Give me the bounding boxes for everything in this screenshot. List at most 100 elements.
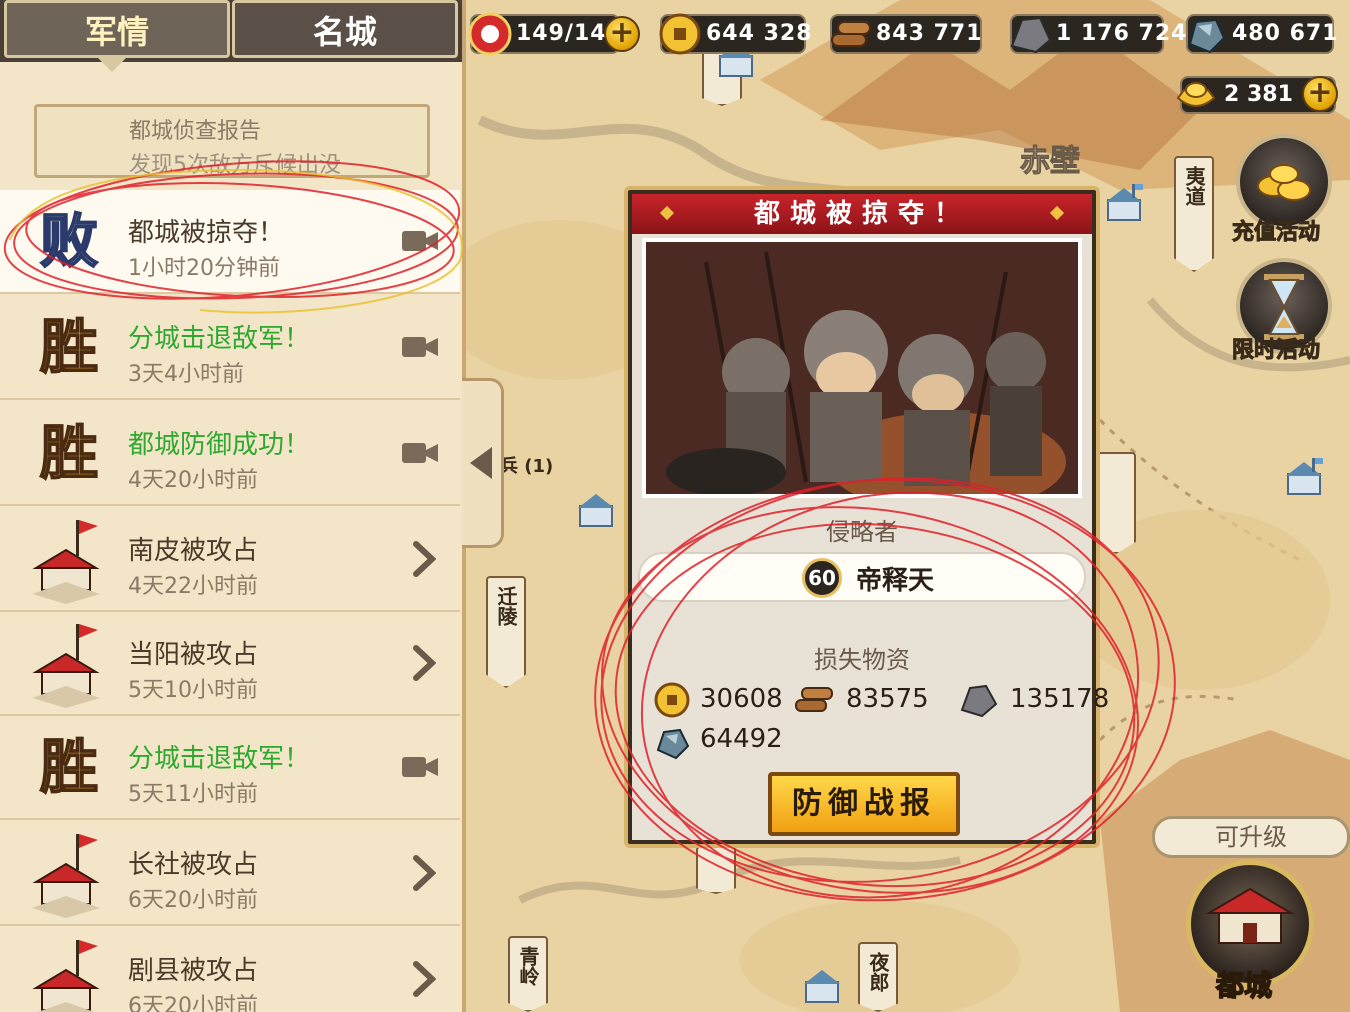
defense-report-button[interactable]: 防御战报: [768, 772, 960, 836]
map-region-label: 赤壁: [1020, 144, 1081, 180]
upgrade-hint: 可升级: [1152, 816, 1350, 858]
report-item[interactable]: 胜 分城击退敌军！ 5天11小时前: [0, 716, 460, 820]
tab-pointer: [98, 58, 126, 72]
add-troops-button[interactable]: +: [604, 16, 640, 52]
captured-city-icon: [32, 520, 100, 604]
map-city-banner[interactable]: 夷道: [1174, 156, 1214, 272]
map-city-banner[interactable]: [1096, 452, 1136, 554]
defeat-badge: 败: [39, 206, 99, 276]
report-title: 长社被攻占: [128, 850, 259, 880]
stone-icon: [960, 684, 998, 718]
battle-illustration: [642, 238, 1082, 498]
gold-ingots-icon: [1257, 164, 1311, 201]
victory-badge: 胜: [39, 312, 99, 382]
report-item[interactable]: 南皮被攻占 4天22小时前: [0, 508, 460, 612]
tab-military-intel[interactable]: 军情: [4, 0, 230, 58]
copper-counter: 644 328: [659, 13, 812, 55]
collapse-panel-handle[interactable]: [462, 378, 504, 548]
loss-copper: 30608: [700, 684, 783, 714]
report-title: 南皮被攻占: [128, 536, 259, 566]
report-title: 分城击退敌军！: [128, 744, 311, 774]
camera-icon[interactable]: [402, 440, 438, 466]
capital-label: 都城: [1215, 968, 1273, 1003]
camera-icon[interactable]: [402, 754, 438, 780]
wood-logs-icon: [831, 21, 871, 47]
loss-iron: 64492: [700, 724, 783, 754]
report-time: 5天11小时前: [128, 782, 258, 807]
limited-event-label: 限时活动: [1231, 338, 1321, 364]
tab-famous-cities[interactable]: 名城: [232, 0, 458, 58]
popup-header: 都城被掠夺！: [632, 194, 1092, 234]
stone-icon: [1010, 16, 1052, 54]
report-time: 5天10小时前: [128, 678, 258, 703]
report-item[interactable]: 剧县被攻占 6天20小时前: [0, 928, 460, 1012]
captured-city-icon: [32, 834, 100, 918]
loss-stone: 135178: [1010, 684, 1110, 714]
report-item[interactable]: 当阳被攻占 5天10小时前: [0, 612, 460, 716]
copper-coin-icon: [659, 13, 701, 55]
troop-marker[interactable]: 兵 (1): [500, 452, 553, 478]
palace-icon: [1205, 887, 1295, 944]
triangle-left-icon: [470, 447, 492, 479]
victory-badge: 胜: [39, 418, 99, 488]
wood-counter: 843 771: [830, 14, 982, 54]
chevron-right-icon[interactable]: [412, 540, 436, 578]
diamond-ornament-icon: [1049, 205, 1065, 221]
map-castle-icon[interactable]: [574, 490, 618, 530]
captured-city-icon: [32, 624, 100, 708]
iron-ore-icon: [1188, 18, 1226, 54]
report-title: 都城被掠夺！: [128, 218, 285, 248]
chevron-right-icon[interactable]: [412, 854, 436, 892]
invader-name: 帝释天: [856, 566, 935, 596]
soldiers-illustration: [646, 242, 1078, 494]
report-time: 4天20小时前: [128, 468, 258, 493]
report-time: 6天20小时前: [128, 888, 258, 913]
popup-title: 都城被掠夺！: [753, 199, 970, 229]
report-item[interactable]: 败 都城被掠夺！ 1小时20分钟前: [0, 190, 460, 294]
victory-badge: 胜: [39, 732, 99, 802]
report-time: 4天22小时前: [128, 574, 258, 599]
report-title: 当阳被攻占: [128, 640, 259, 670]
map-city-banner[interactable]: 青岭: [508, 936, 548, 1012]
invader-level-badge: 60: [802, 558, 842, 598]
troops-counter: 149/148: [468, 12, 622, 56]
plunder-report-popup: 都城被掠夺！ 侵略者 60 帝释天 损失物资 30608 83575 13517…: [624, 186, 1109, 848]
report-item[interactable]: 长社被攻占 6天20小时前: [0, 822, 460, 926]
map-city-banner[interactable]: 夜郎: [858, 942, 898, 1012]
report-item[interactable]: 胜 分城击退敌军！ 3天4小时前: [0, 296, 460, 400]
military-report-panel: 军情 名城 都城侦查报告 发现5次敌方斥候出没 败 都城被掠夺！ 1小时20分钟…: [0, 0, 466, 1012]
report-title: 剧县被攻占: [128, 956, 259, 986]
map-city-banner[interactable]: 迁陵: [486, 576, 526, 688]
scout-report-card[interactable]: 都城侦查报告 发现5次敌方斥候出没: [34, 104, 430, 178]
loss-wood: 83575: [846, 684, 929, 714]
stone-counter: 1 176 724: [1010, 14, 1186, 54]
report-time: 6天20小时前: [128, 994, 258, 1012]
gold-ingot-icon: [1176, 82, 1216, 107]
map-castle-icon[interactable]: [1102, 184, 1146, 224]
loss-label: 损失物资: [814, 646, 910, 674]
chevron-right-icon[interactable]: [412, 960, 436, 998]
report-item[interactable]: 胜 都城防御成功！ 4天20小时前: [0, 402, 460, 506]
map-city-banner[interactable]: [696, 846, 736, 894]
panel-tabs: 军情 名城: [0, 0, 462, 72]
popup-body: 侵略者 60 帝释天 损失物资 30608 83575 135178 64492…: [632, 234, 1109, 840]
report-time: 3天4小时前: [128, 362, 244, 387]
scout-report-title: 都城侦查报告: [129, 119, 262, 144]
wood-logs-icon: [795, 687, 833, 712]
recharge-event-label: 充值活动: [1231, 220, 1321, 246]
camera-icon[interactable]: [402, 334, 438, 360]
iron-ore-icon: [656, 728, 690, 760]
scout-report-subtitle: 发现5次敌方斥候出没: [129, 153, 341, 178]
camera-icon[interactable]: [402, 228, 438, 254]
report-title: 分城击退敌军！: [128, 324, 311, 354]
report-title: 都城防御成功！: [128, 430, 311, 460]
iron-counter: 480 671: [1186, 14, 1338, 54]
map-castle-icon[interactable]: [800, 966, 844, 1006]
add-gold-button[interactable]: +: [1302, 76, 1338, 112]
invader-row[interactable]: 60 帝释天: [638, 552, 1086, 602]
captured-city-icon: [32, 940, 100, 1012]
diamond-ornament-icon: [659, 205, 675, 221]
map-castle-icon[interactable]: [1282, 458, 1326, 498]
chevron-right-icon[interactable]: [412, 644, 436, 682]
troops-icon: [468, 12, 512, 56]
